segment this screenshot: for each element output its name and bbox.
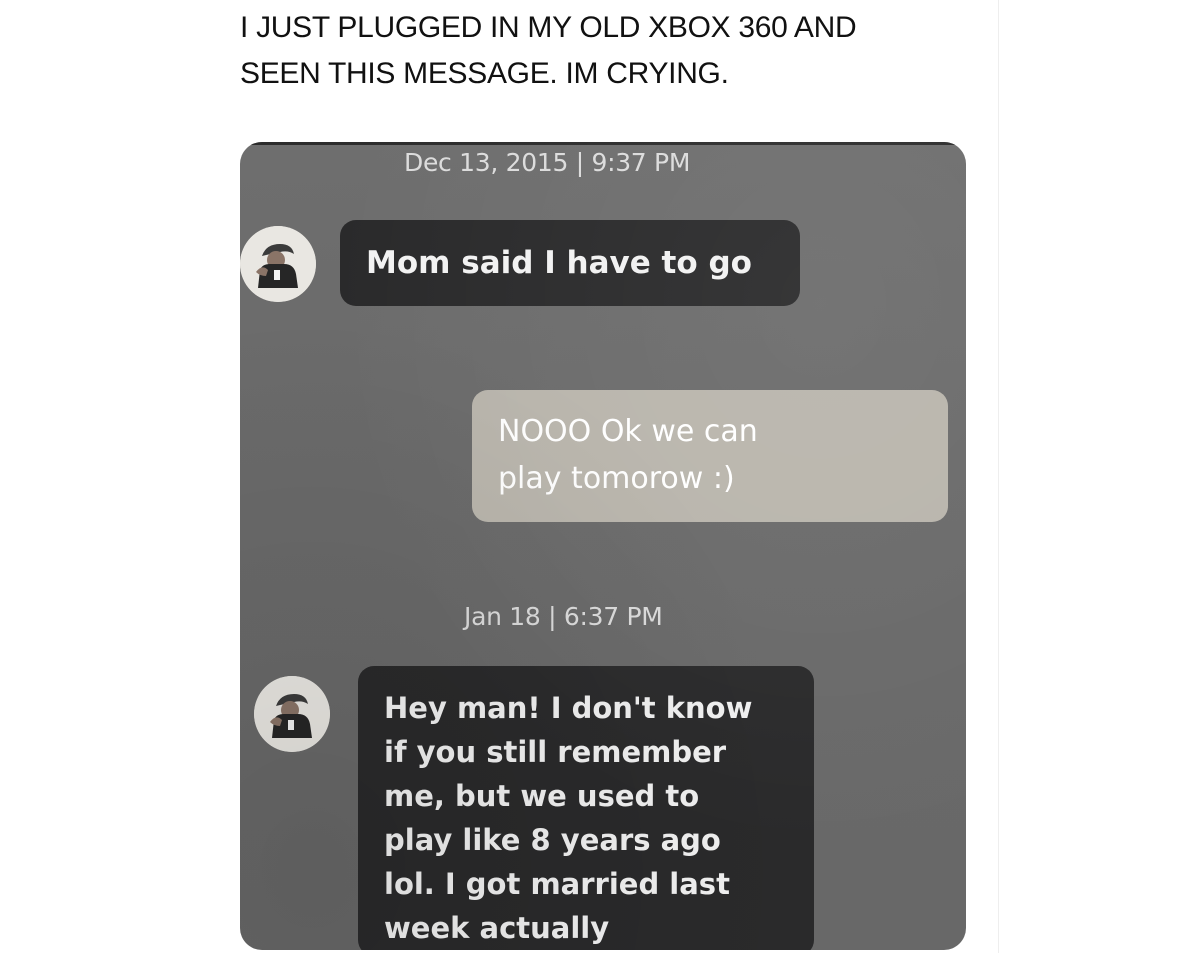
message-text: play tomorow :) bbox=[498, 461, 735, 496]
outgoing-message-bubble[interactable]: NOOO Ok we can play tomorow :) bbox=[472, 390, 948, 522]
message-text: Mom said I have to go bbox=[366, 245, 752, 281]
screen-top-edge bbox=[240, 142, 966, 145]
gamer-avatar-icon bbox=[240, 226, 316, 302]
message-text: NOOO Ok we can bbox=[498, 414, 758, 449]
caption-line: SEEN THIS MESSAGE. IM CRYING. bbox=[240, 57, 729, 90]
gamer-avatar-icon bbox=[254, 676, 330, 752]
gamer-avatar-icon[interactable] bbox=[254, 676, 330, 752]
message-text: week actually bbox=[384, 911, 610, 945]
page-divider bbox=[998, 0, 999, 953]
message-text: play like 8 years ago bbox=[384, 823, 721, 857]
incoming-message-bubble[interactable]: Hey man! I don't know if you still remem… bbox=[358, 666, 814, 950]
message-text: lol. I got married last bbox=[384, 867, 730, 901]
message-text: Hey man! I don't know bbox=[384, 691, 753, 725]
gamer-avatar-icon[interactable] bbox=[240, 226, 316, 302]
message-timestamp: Jan 18 | 6:37 PM bbox=[464, 602, 663, 631]
message-timestamp: Dec 13, 2015 | 9:37 PM bbox=[404, 148, 691, 177]
post-caption: I JUST PLUGGED IN MY OLD XBOX 360 AND SE… bbox=[240, 5, 960, 97]
message-screenshot: Dec 13, 2015 | 9:37 PM Mom said I have t… bbox=[240, 142, 966, 950]
message-text: me, but we used to bbox=[384, 779, 700, 813]
message-text: if you still remember bbox=[384, 735, 727, 769]
incoming-message-bubble[interactable]: Mom said I have to go bbox=[340, 220, 800, 306]
caption-line: I JUST PLUGGED IN MY OLD XBOX 360 AND bbox=[240, 11, 857, 44]
